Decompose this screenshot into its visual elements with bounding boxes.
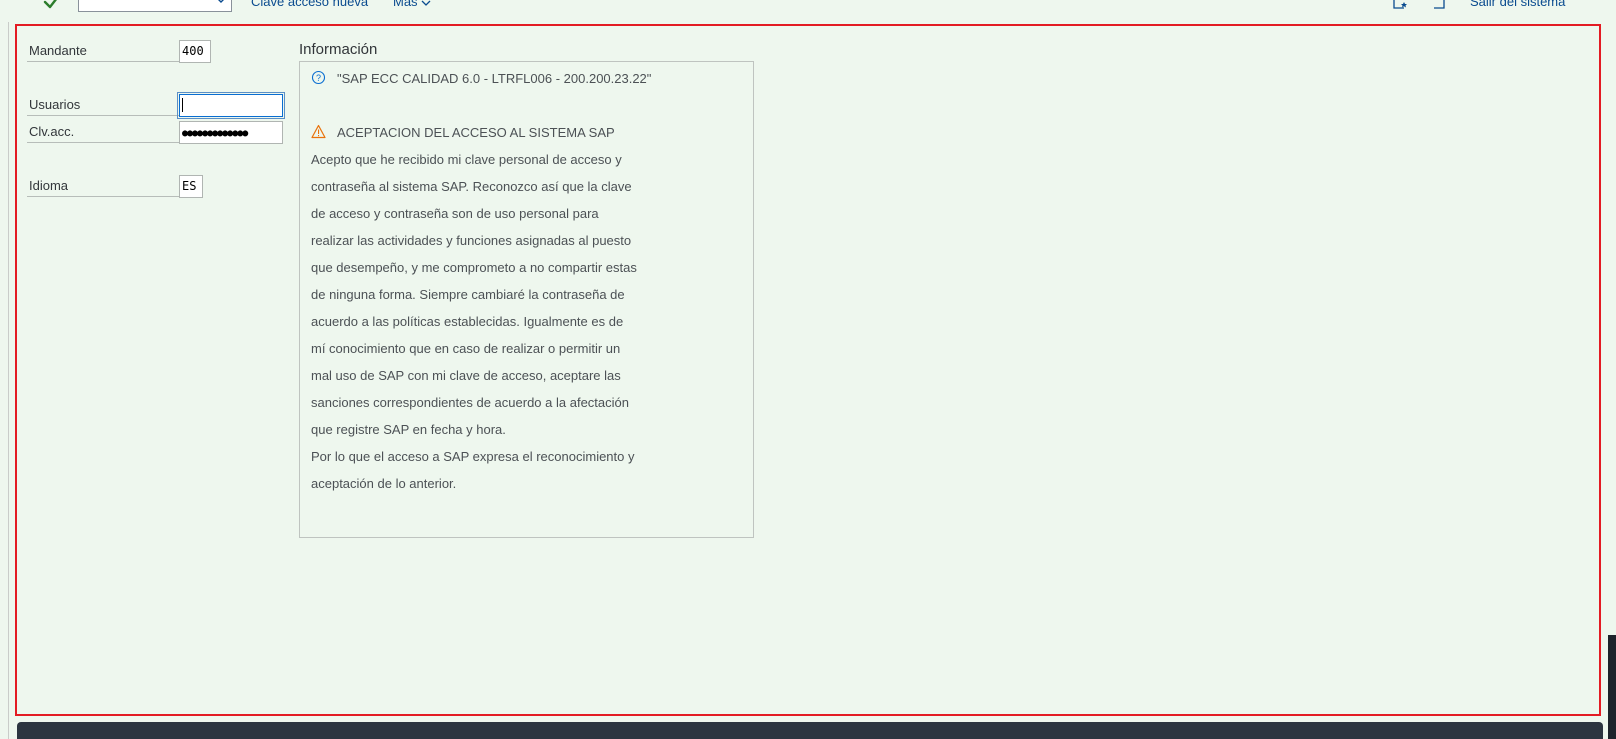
disclaimer-line: de ninguna forma. Siempre cambiaré la co… [311, 287, 625, 302]
user-label: Usuarios [27, 94, 179, 116]
disclaimer-line: Acepto que he recibido mi clave personal… [311, 152, 622, 167]
system-info-line: "SAP ECC CALIDAD 6.0 - LTRFL006 - 200.20… [337, 71, 652, 86]
refresh-window-icon[interactable] [1430, 0, 1448, 10]
more-menu-label: Más [393, 0, 418, 9]
check-icon[interactable] [42, 0, 60, 12]
disclaimer-line: aceptación de lo anterior. [311, 476, 457, 491]
status-bar [17, 722, 1603, 739]
warning-heading: ACEPTACION DEL ACCESO AL SISTEMA SAP [337, 125, 615, 140]
text-cursor [182, 97, 183, 112]
left-edge-divider [8, 0, 9, 739]
chevron-down-icon [421, 0, 431, 6]
password-mask: ●●●●●●●●●●●●● [182, 128, 248, 139]
disclaimer-line: acuerdo a las políticas establecidas. Ig… [311, 314, 624, 329]
disclaimer-line: mal uso de SAP con mi clave de acceso, a… [311, 368, 621, 383]
language-label: Idioma [27, 175, 179, 197]
new-password-button[interactable]: Clave acceso nueva [251, 0, 368, 10]
svg-text:?: ? [316, 73, 321, 83]
disclaimer-line: Por lo que el acceso a SAP expresa el re… [311, 449, 635, 464]
language-input[interactable]: ES [179, 175, 203, 198]
chevron-down-icon[interactable] [214, 0, 228, 7]
toolbar: Clave acceso nueva Más Salir del sistema [0, 0, 1616, 22]
password-input[interactable]: ●●●●●●●●●●●●● [179, 121, 283, 144]
disclaimer-line: mí conocimiento que en caso de realizar … [311, 341, 621, 356]
disclaimer-line: de acceso y contraseña son de uso person… [311, 206, 599, 221]
password-label: Clv.acc. [27, 121, 179, 143]
client-input[interactable]: 400 [179, 40, 211, 63]
question-circle-icon: ? [311, 70, 326, 85]
disclaimer-line: realizar las actividades y funciones asi… [311, 233, 632, 248]
disclaimer-line: que desempeño, y me comprometo a no comp… [311, 260, 637, 275]
disclaimer-line: contraseña al sistema SAP. Reconozco así… [311, 179, 632, 194]
info-title: Información [299, 41, 378, 58]
more-menu-button[interactable]: Más [393, 0, 431, 10]
info-panel: ? "SAP ECC CALIDAD 6.0 - LTRFL006 - 200.… [299, 61, 754, 538]
command-field[interactable] [78, 0, 232, 12]
warning-triangle-icon [311, 124, 326, 139]
sap-logon-screen: Clave acceso nueva Más Salir del sistema… [0, 0, 1616, 739]
client-label: Mandante [27, 40, 179, 62]
disclaimer-line: sanciones correspondientes de acuerdo a … [311, 395, 629, 410]
disclaimer-line: que registre SAP en fecha y hora. [311, 422, 506, 437]
user-input[interactable] [177, 92, 285, 119]
bookmark-star-icon[interactable] [1391, 0, 1409, 10]
right-edge-strip [1608, 635, 1616, 739]
logoff-button[interactable]: Salir del sistema [1470, 0, 1565, 10]
